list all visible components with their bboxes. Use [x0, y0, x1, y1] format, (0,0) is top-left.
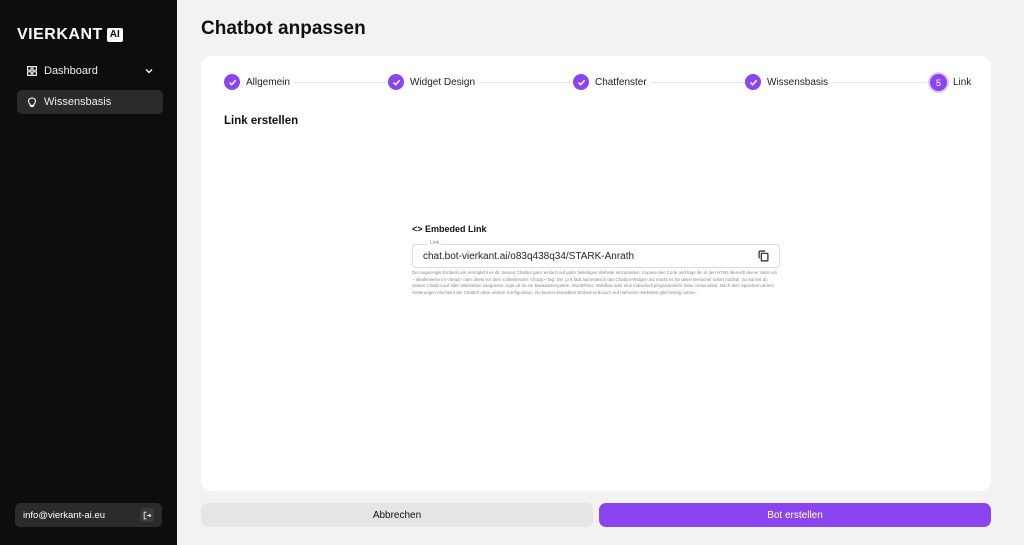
- user-account-box: info@vierkant-ai.eu: [15, 503, 162, 527]
- user-email: info@vierkant-ai.eu: [23, 509, 105, 521]
- step-label: Chatfenster: [595, 76, 647, 88]
- step-allgemein[interactable]: Allgemein: [224, 74, 294, 90]
- step-chatfenster[interactable]: Chatfenster: [573, 74, 651, 90]
- content-card: Allgemein Widget Design Chatfenster Wiss…: [201, 56, 991, 491]
- page-title: Chatbot anpassen: [201, 18, 366, 39]
- lightbulb-icon: [26, 96, 38, 108]
- step-widget-design[interactable]: Widget Design: [388, 74, 480, 90]
- check-icon: [224, 74, 240, 90]
- step-link[interactable]: 5 Link: [926, 74, 976, 91]
- embed-link-field[interactable]: chat.bot-vierkant.ai/o83q438q34/STARK-An…: [412, 244, 780, 268]
- sidebar-item-dashboard[interactable]: Dashboard: [17, 59, 163, 83]
- embed-link-title: <> Embeded Link: [412, 224, 487, 234]
- step-wissensbasis[interactable]: Wissensbasis: [745, 74, 833, 90]
- step-label: Link: [953, 77, 972, 88]
- embed-description: Der angezeigte Embed-Link ermöglicht es …: [412, 270, 778, 295]
- section-title: Link erstellen: [224, 115, 299, 127]
- sidebar-item-label: Wissensbasis: [44, 96, 112, 108]
- chevron-down-icon[interactable]: [143, 65, 155, 77]
- check-icon: [573, 74, 589, 90]
- create-bot-button[interactable]: Bot erstellen: [599, 503, 991, 527]
- step-label: Widget Design: [410, 76, 476, 88]
- step-number: 5: [930, 74, 947, 91]
- logo[interactable]: VIERKANT AI: [17, 26, 123, 44]
- stepper: Allgemein Widget Design Chatfenster Wiss…: [224, 74, 976, 92]
- sidebar: VIERKANT AI Dashboard Wissensbasis info@…: [0, 0, 177, 545]
- check-icon: [388, 74, 404, 90]
- logo-text: VIERKANT: [17, 26, 103, 43]
- step-label: Allgemein: [246, 76, 290, 88]
- step-label: Wissensbasis: [767, 76, 829, 88]
- check-icon: [745, 74, 761, 90]
- sidebar-item-label: Dashboard: [44, 65, 98, 77]
- dashboard-grid-icon: [26, 65, 38, 77]
- cancel-button[interactable]: Abbrechen: [201, 503, 593, 527]
- copy-icon[interactable]: [757, 250, 769, 262]
- logo-badge: AI: [106, 28, 123, 42]
- logout-icon[interactable]: [140, 508, 154, 522]
- embed-field-label: Link: [428, 240, 442, 246]
- embed-link-value: chat.bot-vierkant.ai/o83q438q34/STARK-An…: [423, 250, 635, 262]
- sidebar-item-wissensbasis[interactable]: Wissensbasis: [17, 90, 163, 114]
